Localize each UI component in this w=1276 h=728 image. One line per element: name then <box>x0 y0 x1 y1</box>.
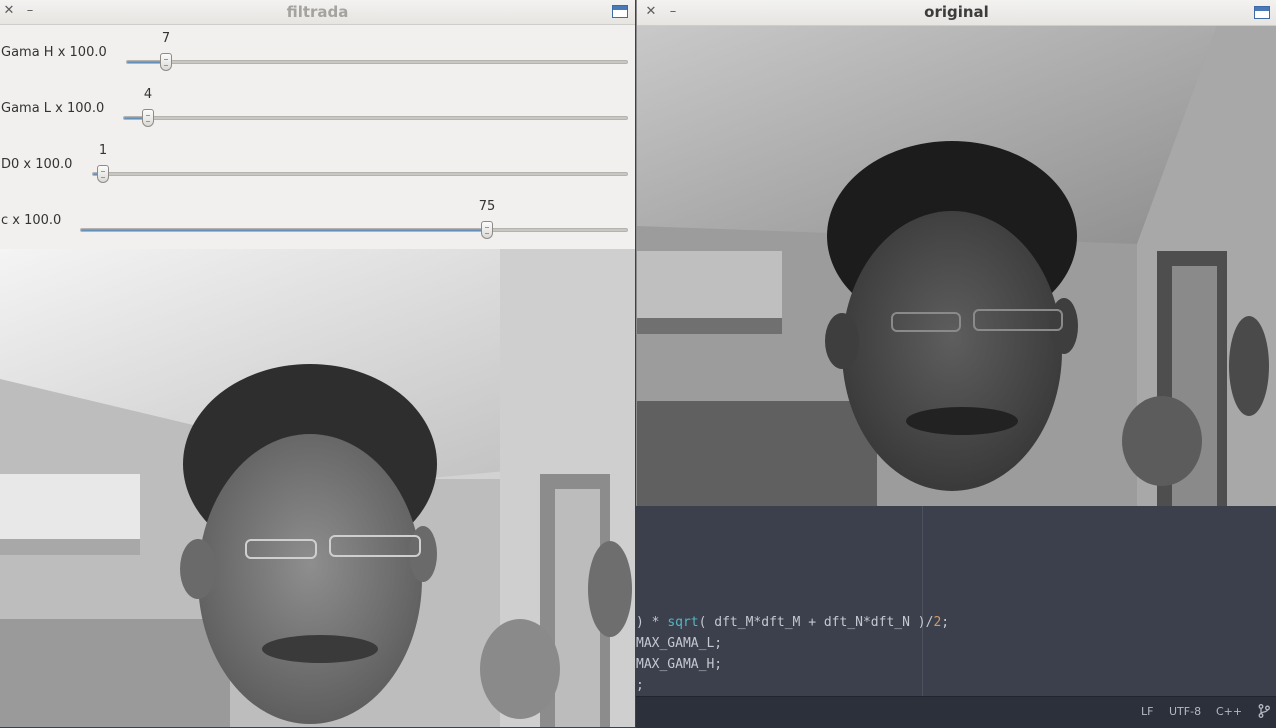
trackbar-d0: D0 x 100.0 1 <box>0 137 635 193</box>
trackbar-fill <box>81 229 488 231</box>
code-line[interactable]: MAX_GAMA_H; <box>636 654 949 675</box>
code-token: sqrt <box>667 615 699 630</box>
filtered-camera-image <box>0 249 635 727</box>
maximize-icon[interactable] <box>1254 6 1270 19</box>
code-token: MAX_GAMA_L; <box>636 636 723 651</box>
trackbar-value: 7 <box>161 31 171 46</box>
code-lines[interactable]: ) * sqrt( dft_M*dft_M + dft_N*dft_N )/2;… <box>636 612 949 696</box>
trackbar-value: 4 <box>143 87 153 102</box>
encoding-status[interactable]: UTF-8 <box>1169 705 1201 718</box>
trackbar-label: Gama L x 100.0 <box>1 101 105 116</box>
code-token: ; <box>941 615 950 630</box>
code-token: MAX_GAMA_H; <box>636 657 723 672</box>
trackbar-label: D0 x 100.0 <box>1 157 73 172</box>
code-token: ; <box>636 678 644 693</box>
filtrada-window: ✕ – filtrada Gama H x 100.0 7 Gama L x 1… <box>0 0 635 727</box>
trackbar-thumb[interactable] <box>142 109 154 127</box>
status-bar: LF UTF-8 C++ <box>636 696 1276 728</box>
trackbar-gama-h: Gama H x 100.0 7 <box>0 25 635 81</box>
trackbar-value: 75 <box>478 199 496 214</box>
trackbar-thumb[interactable] <box>160 53 172 71</box>
trackbar-c: c x 100.0 75 <box>0 193 635 249</box>
trackbar-thumb[interactable] <box>481 221 493 239</box>
trackbar-track[interactable] <box>80 228 628 232</box>
git-branch-icon[interactable] <box>1258 704 1270 718</box>
window-title: filtrada <box>286 3 349 21</box>
trackbar-track[interactable] <box>92 172 628 176</box>
original-titlebar[interactable]: ✕ – original <box>637 0 1276 26</box>
trackbar-value: 1 <box>98 143 108 158</box>
line-ending-status[interactable]: LF <box>1141 705 1153 718</box>
maximize-icon[interactable] <box>612 5 628 18</box>
code-token: ( dft_M*dft_M + dft_N*dft_N )/ <box>698 615 934 630</box>
code-token: ) * <box>636 615 668 630</box>
trackbar-label: Gama H x 100.0 <box>1 45 107 60</box>
filtered-frame-graphic <box>0 249 635 727</box>
filtrada-titlebar[interactable]: ✕ – filtrada <box>0 0 635 25</box>
original-frame-graphic <box>637 26 1276 506</box>
trackbar-thumb[interactable] <box>97 165 109 183</box>
trackbar-track[interactable] <box>123 116 628 120</box>
trackbar-gama-l: Gama L x 100.0 4 <box>0 81 635 137</box>
code-line[interactable]: ) * sqrt( dft_M*dft_M + dft_N*dft_N )/2; <box>636 612 949 633</box>
code-line[interactable]: MAX_GAMA_L; <box>636 633 949 654</box>
trackbar-track[interactable] <box>126 60 628 64</box>
code-editor[interactable]: ) * sqrt( dft_M*dft_M + dft_N*dft_N )/2;… <box>636 506 1276 696</box>
code-line[interactable]: ; <box>636 675 949 696</box>
grammar-status[interactable]: C++ <box>1216 705 1242 718</box>
trackbar-label: c x 100.0 <box>1 213 62 228</box>
original-camera-image <box>637 26 1276 506</box>
window-title: original <box>924 3 989 21</box>
trackbar-panel: Gama H x 100.0 7 Gama L x 100.0 4 D0 x 1… <box>0 25 635 249</box>
